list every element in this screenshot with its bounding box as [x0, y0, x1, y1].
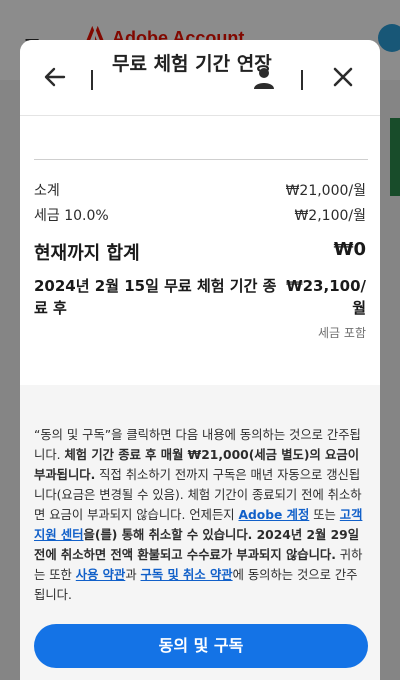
total-label: 현재까지 합계 — [34, 243, 140, 264]
modal-title: 무료 체험 기간 연장 — [112, 53, 272, 75]
subtotal-value: ₩21,000/월 — [285, 183, 366, 199]
header-divider — [301, 70, 303, 90]
legal-and: 과 — [125, 568, 141, 582]
legal-refund: 을(를) 통해 취소할 수 있습니다. 2024년 2월 29일 전에 취소하면… — [34, 528, 360, 562]
trial-extension-modal: 무료 체험 기간 연장 소계 ₩21,000/월 세금 10.0% ₩2,100… — [20, 40, 380, 680]
subscription-terms-link[interactable]: 구독 및 취소 약관 — [141, 568, 233, 582]
adobe-account-link[interactable]: Adobe 계정 — [238, 508, 309, 522]
tax-label: 세금 10.0% — [34, 208, 109, 224]
terms-of-use-link[interactable]: 사용 약관 — [76, 568, 126, 582]
tax-value: ₩2,100/월 — [294, 208, 366, 224]
subtotal-label: 소계 — [34, 183, 60, 199]
after-trial-label: 2024년 2월 15일 무료 체험 기간 종료 후 — [34, 277, 277, 317]
after-trial-value: ₩23,100/월 — [286, 277, 366, 317]
close-icon[interactable] — [332, 66, 354, 88]
legal-text: “동의 및 구독”을 클릭하면 다음 내용에 동의하는 것으로 간주됩니다. 체… — [34, 425, 368, 605]
modal-header: 무료 체험 기간 연장 — [20, 40, 380, 116]
user-icon[interactable] — [252, 66, 276, 90]
summary-divider — [34, 159, 368, 160]
tax-included-note: 세금 포함 — [318, 326, 366, 340]
agree-subscribe-button[interactable]: 동의 및 구독 — [34, 624, 368, 668]
legal-or: 또는 — [309, 508, 340, 522]
legal-anytime: 언제든지 — [185, 508, 239, 522]
header-divider — [91, 70, 93, 90]
total-value: ₩0 — [333, 239, 366, 260]
back-arrow-icon[interactable] — [42, 64, 68, 90]
